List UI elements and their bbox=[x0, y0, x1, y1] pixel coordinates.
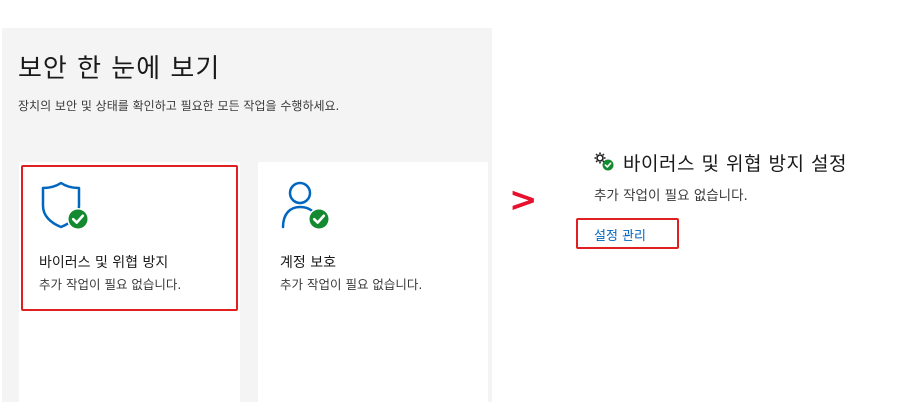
settings-title: 바이러스 및 위협 방지 설정 bbox=[623, 153, 847, 175]
card-status: 추가 작업이 필요 없습니다. bbox=[280, 277, 423, 292]
page-subtitle: 장치의 보안 및 상태를 확인하고 필요한 모든 작업을 수행하세요. bbox=[18, 99, 340, 113]
card-title: 바이러스 및 위협 방지 bbox=[39, 255, 169, 271]
manage-settings-link[interactable]: 설정 관리 bbox=[594, 225, 646, 244]
shield-check-icon bbox=[39, 180, 91, 236]
arrow-indicator: > bbox=[509, 180, 538, 220]
settings-status: 추가 작업이 필요 없습니다. bbox=[594, 188, 748, 204]
settings-header: 바이러스 및 위협 방지 설정 bbox=[593, 149, 847, 176]
page-title: 보안 한 눈에 보기 bbox=[18, 54, 221, 84]
account-protection-card[interactable]: 계정 보호 추가 작업이 필요 없습니다. bbox=[258, 162, 488, 402]
virus-threat-protection-card[interactable]: 바이러스 및 위협 방지 추가 작업이 필요 없습니다. bbox=[19, 162, 240, 402]
gears-check-icon bbox=[593, 150, 615, 176]
card-status: 추가 작업이 필요 없습니다. bbox=[39, 277, 182, 292]
card-title: 계정 보호 bbox=[280, 255, 336, 271]
user-check-icon bbox=[280, 180, 332, 236]
